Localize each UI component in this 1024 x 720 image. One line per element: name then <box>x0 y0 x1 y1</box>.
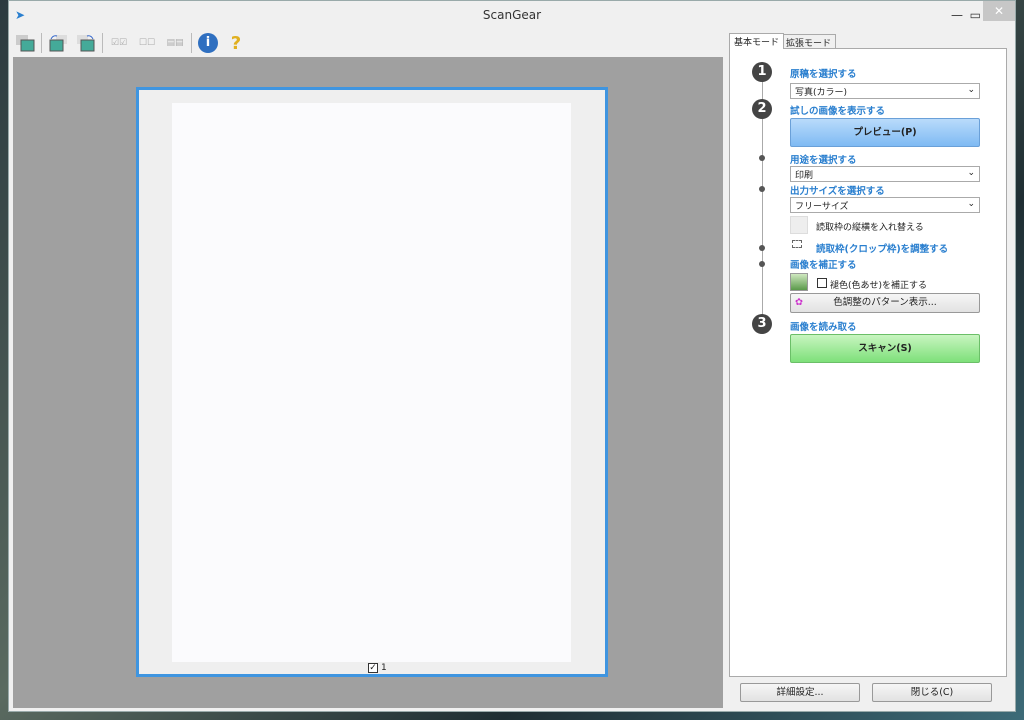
select-all-icon[interactable]: ☑☑ <box>107 32 131 54</box>
basic-mode-panel: 1 原稿を選択する 写真(カラー) ⌄ 2 試しの画像を表示する プレビュー(P)… <box>729 48 1007 677</box>
rotate-right-icon[interactable] <box>74 32 98 54</box>
multi-crop-icon[interactable]: ▤▤ <box>163 32 187 54</box>
purpose-label: 用途を選択する <box>790 155 857 166</box>
color-palette-icon: ✿ <box>795 297 803 308</box>
image-correct-label: 画像を補正する <box>790 260 857 271</box>
crop-adjust-link[interactable]: 読取枠(クロップ枠)を調整する <box>816 241 948 255</box>
minimize-button[interactable]: — <box>951 1 963 29</box>
output-size-label: 出力サイズを選択する <box>790 186 885 197</box>
chevron-down-icon: ⌄ <box>967 85 975 95</box>
preview-label: 試しの画像を表示する <box>790 106 886 117</box>
fade-correction-checkbox[interactable] <box>817 278 827 288</box>
preferences-button[interactable]: 詳細設定... <box>740 683 860 702</box>
thumbnail-icon[interactable] <box>13 32 37 54</box>
select-source-label: 原稿を選択する <box>790 69 857 80</box>
step-3-badge: 3 <box>752 314 772 334</box>
toolbar: ☑☑ ☐☐ ▤▤ i ? <box>13 31 248 55</box>
tab-advanced-mode[interactable]: 拡張モード <box>781 34 837 49</box>
scan-label: 画像を読み取る <box>790 322 857 333</box>
swap-orientation-icon[interactable] <box>790 216 808 234</box>
output-size-select[interactable]: フリーサイズ ⌄ <box>790 197 980 213</box>
source-select[interactable]: 写真(カラー) ⌄ <box>790 83 980 99</box>
rotate-left-icon[interactable] <box>46 32 70 54</box>
frame-checkbox[interactable]: ✓ <box>368 663 378 673</box>
preview-page <box>172 103 571 662</box>
deselect-all-icon[interactable]: ☐☐ <box>135 32 159 54</box>
preview-area: ✓ 1 <box>13 57 723 708</box>
purpose-select[interactable]: 印刷 ⌄ <box>790 166 980 182</box>
chevron-down-icon: ⌄ <box>967 168 975 178</box>
close-button[interactable]: 閉じる(C) <box>872 683 992 702</box>
scangear-window: ➤ ScanGear — ▭ ✕ ☑☑ ☐☐ ▤▤ i ? ✓ 1 基本モード … <box>8 0 1016 712</box>
title-bar: ➤ ScanGear — ▭ ✕ <box>9 1 1015 29</box>
output-size-value: フリーサイズ <box>795 202 849 212</box>
landscape-icon <box>790 273 808 291</box>
crop-frame-icon <box>792 240 802 248</box>
fade-correction-label: 褪色(色あせ)を補正する <box>830 281 928 291</box>
maximize-button[interactable]: ▭ <box>970 1 981 29</box>
help-icon[interactable]: ? <box>224 32 248 54</box>
step-1-badge: 1 <box>752 62 772 82</box>
close-window-button[interactable]: ✕ <box>983 1 1015 21</box>
chevron-down-icon: ⌄ <box>967 199 975 209</box>
purpose-select-value: 印刷 <box>795 171 814 181</box>
scan-frame[interactable]: ✓ 1 <box>136 87 608 677</box>
tab-basic-mode[interactable]: 基本モード <box>729 33 785 49</box>
app-icon: ➤ <box>15 8 26 22</box>
preview-button[interactable]: プレビュー(P) <box>790 118 980 147</box>
scan-button[interactable]: スキャン(S) <box>790 334 980 363</box>
color-pattern-button[interactable]: ✿ 色調整のパターン表示... <box>790 293 980 313</box>
swap-orientation-label: 読取枠の縦横を入れ替える <box>816 223 924 233</box>
step-2-badge: 2 <box>752 99 772 119</box>
color-pattern-label: 色調整のパターン表示... <box>833 297 937 308</box>
frame-number: 1 <box>381 663 387 673</box>
info-icon[interactable]: i <box>196 32 220 54</box>
source-select-value: 写真(カラー) <box>795 88 848 98</box>
window-title: ScanGear <box>482 8 542 22</box>
